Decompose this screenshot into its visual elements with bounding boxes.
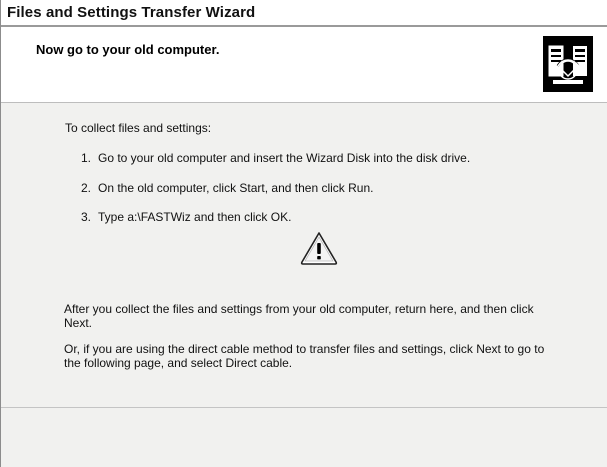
intro-text: To collect files and settings: — [65, 121, 212, 135]
step-item: 2. On the old computer, click Start, and … — [81, 181, 373, 195]
title-bar[interactable]: Files and Settings Transfer Wizard — [1, 0, 607, 27]
page-heading: Now go to your old computer. — [36, 42, 220, 57]
wizard-content: To collect files and settings: 1. Go to y… — [1, 103, 607, 407]
step-number: 2. — [81, 181, 92, 195]
step-text: Type a:\FASTWiz and then click OK. — [98, 210, 292, 224]
step-text: Go to your old computer and insert the W… — [98, 151, 471, 165]
step-number: 1. — [81, 151, 92, 165]
window-title: Files and Settings Transfer Wizard — [7, 4, 256, 21]
return-instruction: After you collect the files and settings… — [64, 302, 534, 330]
direct-cable-instruction: Or, if you are using the direct cable me… — [64, 342, 545, 370]
step-item: 3. Type a:\FASTWiz and then click OK. — [81, 210, 291, 224]
step-item: 1. Go to your old computer and insert the… — [81, 151, 470, 165]
step-number: 3. — [81, 210, 92, 224]
wizard-header: Now go to your old computer. — [1, 27, 607, 103]
wizard-footer — [1, 407, 607, 467]
step-text: On the old computer, click Start, and th… — [98, 181, 374, 195]
transfer-wizard-icon — [543, 36, 593, 92]
wizard-window: Files and Settings Transfer Wizard Now g… — [0, 0, 607, 467]
warning-icon — [299, 230, 339, 266]
